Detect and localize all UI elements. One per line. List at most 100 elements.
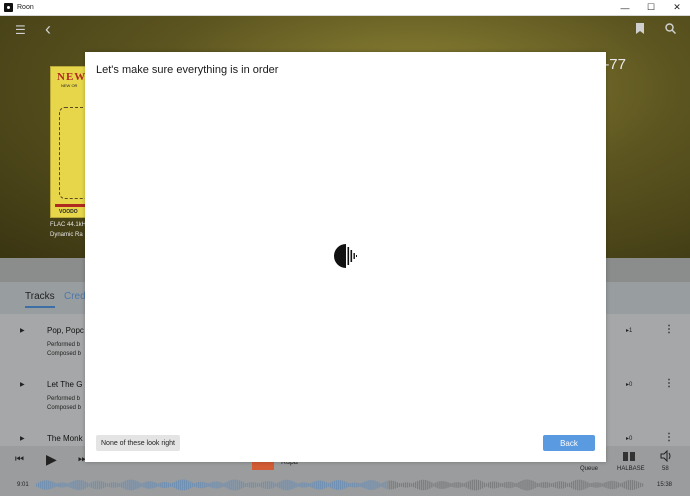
waveform-bar [531,480,532,490]
menu-icon[interactable]: ☰ [15,23,26,37]
track-play-icon[interactable]: ▶ [20,435,25,442]
waveform-bar [366,481,367,489]
track-title[interactable]: The Monk [47,434,83,443]
queue-label[interactable]: Queue [580,466,598,472]
waveform-bar [89,483,90,486]
waveform-bar [555,482,556,488]
waveform-bar [486,483,487,486]
window-title: Roon [17,4,34,11]
waveform-bar [620,483,621,486]
waveform-bar [263,482,264,489]
track-title[interactable]: Pop, Popc [47,326,84,335]
waveform-bar [421,480,422,490]
play-icon[interactable]: ▶ [46,451,57,468]
waveform-bar [575,480,576,490]
waveform-bar [340,480,341,489]
waveform-bar [626,481,627,489]
waveform-bar [261,482,262,487]
waveform-bar [103,482,104,488]
waveform-bar [164,482,165,488]
waveform-bar [233,480,234,491]
waveform-bar [143,482,144,487]
waveform-bar [149,481,150,488]
waveform-bar [409,483,410,487]
waveform-bar [135,481,136,490]
waveform-bar [439,481,440,489]
bookmark-icon[interactable] [636,23,644,37]
waveform-bar [206,483,207,487]
back-button[interactable]: Back [543,435,595,451]
waveform-bar [500,483,501,487]
close-button[interactable]: ✕ [664,0,690,15]
waveform-bar [283,480,284,490]
waveform-bar [352,483,353,488]
waveform-bar [273,482,274,487]
waveform-seekbar[interactable] [36,478,644,492]
waveform-bar [587,482,588,487]
waveform-bar [186,480,187,490]
waveform-bar [419,480,420,489]
waveform-bar [52,482,53,488]
track-more-icon[interactable]: ⋮ [664,378,674,389]
waveform-bar [453,483,454,488]
waveform-bar [561,481,562,488]
waveform-bar [370,480,371,490]
waveform-bar [482,482,483,489]
waveform-bar [492,482,493,489]
waveform-bar [449,483,450,487]
tab-credits[interactable]: Cred [64,291,86,302]
waveform-bar [425,480,426,490]
waveform-bar [368,480,369,489]
waveform-bar [553,483,554,487]
track-title[interactable]: Let The G [47,380,82,389]
waveform-bar [44,480,45,489]
waveform-bar [214,482,215,489]
tab-tracks[interactable]: Tracks [25,291,55,308]
waveform-bar [229,481,230,489]
minimize-button[interactable]: — [612,0,638,15]
waveform-bar [484,483,485,488]
waveform-bar [468,481,469,488]
waveform-bar [387,481,388,489]
waveform-bar [581,480,582,490]
waveform-bar [342,481,343,489]
waveform-bar [77,480,78,490]
volume-icon[interactable] [660,449,672,467]
waveform-bar [583,481,584,490]
zone-label[interactable]: HALBASE [617,466,645,472]
waveform-bar [605,482,606,488]
waveform-bar [299,483,300,487]
waveform-bar [577,480,578,491]
waveform-bar [237,480,238,490]
waveform-bar [202,482,203,488]
window-titlebar: Roon — ☐ ✕ [0,0,690,16]
previous-icon[interactable]: ⏮ [15,454,24,465]
back-icon[interactable]: ‹ [45,19,51,40]
waveform-bar [42,481,43,489]
waveform-bar [308,483,309,487]
waveform-bar [549,483,550,488]
waveform-bar [95,481,96,489]
waveform-bar [494,482,495,489]
waveform-bar [417,481,418,489]
waveform-bar [216,482,217,489]
search-icon[interactable] [665,23,676,37]
waveform-bar [314,482,315,489]
waveform-bar [559,481,560,488]
track-more-icon[interactable]: ⋮ [664,324,674,335]
track-performed: Performed b [47,396,80,402]
waveform-bar [354,483,355,488]
waveform-bar [356,483,357,488]
waveform-bar [66,483,67,486]
track-more-icon[interactable]: ⋮ [664,432,674,443]
waveform-bar [330,483,331,488]
waveform-bar [567,483,568,487]
maximize-button[interactable]: ☐ [638,0,664,15]
waveform-bar [395,481,396,488]
waveform-bar [79,480,80,490]
none-look-right-button[interactable]: None of these look right [96,435,180,451]
waveform-bar [346,482,347,487]
track-play-icon[interactable]: ▶ [20,381,25,388]
waveform-bar [411,483,412,486]
track-play-icon[interactable]: ▶ [20,327,25,334]
